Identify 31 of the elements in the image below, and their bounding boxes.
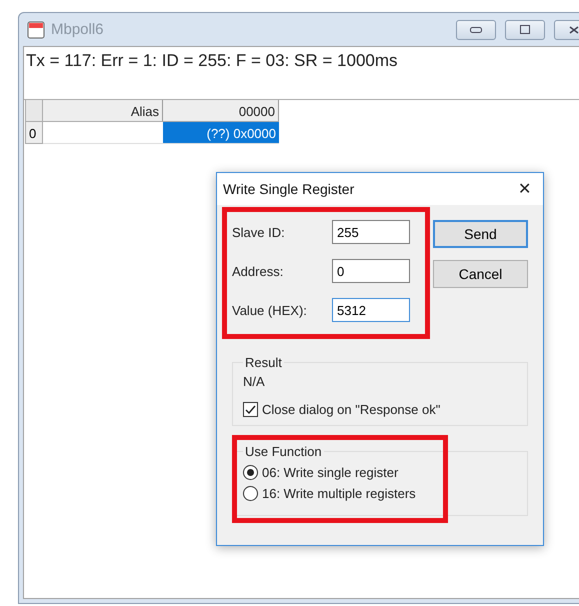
field-label: Address: bbox=[232, 264, 284, 278]
radio-option[interactable]: 16: Write multiple registers bbox=[243, 486, 517, 501]
table-cell[interactable]: (??) 0x0000 bbox=[163, 122, 279, 144]
checkbox-label: Close dialog on "Response ok" bbox=[262, 402, 440, 417]
field-label: Slave ID: bbox=[232, 224, 286, 240]
close-on-ok-checkbox[interactable]: Close dialog on "Response ok" bbox=[243, 402, 517, 417]
close-button[interactable]: ✕ bbox=[512, 179, 537, 199]
cancel-button[interactable]: Cancel bbox=[433, 260, 528, 288]
input-field[interactable]: 0 bbox=[332, 259, 410, 283]
input-field[interactable]: 5312 bbox=[332, 298, 410, 322]
restore-icon bbox=[520, 25, 530, 34]
input-field[interactable]: 255 bbox=[332, 220, 410, 244]
result-text: N/A bbox=[243, 373, 266, 391]
radio-label: 06: Write single register bbox=[262, 465, 398, 480]
minimize-button[interactable] bbox=[456, 20, 496, 40]
app-icon bbox=[27, 20, 45, 38]
window-title: Mbpoll6 bbox=[51, 21, 104, 38]
close-icon bbox=[569, 26, 579, 34]
dialog-title: Write Single Register bbox=[223, 181, 356, 197]
minimize-icon bbox=[470, 26, 482, 32]
field-label: Value (HEX): bbox=[232, 302, 308, 318]
maximize-button[interactable] bbox=[505, 20, 545, 40]
group-title: Use Function bbox=[244, 444, 323, 459]
radio-label: 16: Write multiple registers bbox=[262, 486, 416, 501]
radio-option[interactable]: 06: Write single register bbox=[243, 465, 517, 480]
row-header: 0 bbox=[25, 122, 43, 144]
column-header: Alias bbox=[43, 100, 163, 122]
column-header: 00000 bbox=[163, 100, 279, 122]
group-title: Result bbox=[244, 355, 283, 370]
status-text: Tx = 117: Err = 1: ID = 255: F = 03: SR = 1000ms bbox=[25, 50, 399, 72]
send-button[interactable]: Send bbox=[433, 220, 528, 248]
